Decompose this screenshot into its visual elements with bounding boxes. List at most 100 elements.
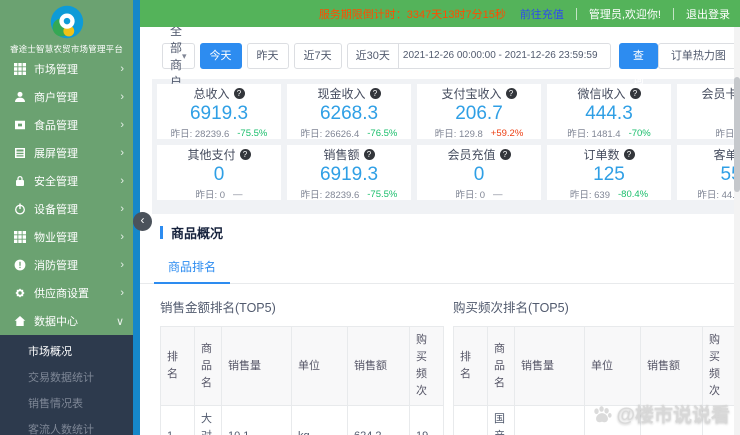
service-countdown: 服务期限倒计时：3347天13时7分15秒 [318,8,506,21]
chevron-right-icon: › [120,147,124,159]
sidebar: 睿途士智慧农贸市场管理平台 市场管理 › 商户管理 › 食品管理 › 展屏管理 … [0,0,133,435]
stat-card-other-payment: 其他支付? 0 昨日: 0 — [157,145,281,202]
sidebar-item-merchant[interactable]: 商户管理 › [0,83,133,111]
chevron-right-icon: › [120,203,124,215]
stat-label: 微信收入 [577,86,626,101]
help-icon[interactable]: ? [505,87,517,99]
help-icon[interactable]: ? [629,87,641,99]
order-heatmap-button[interactable]: 订单热力图 [657,43,739,69]
stat-yesterday: 昨日: 129.8 [434,129,483,141]
chevron-right-icon: › [120,63,124,75]
sidebar-item-fire[interactable]: 消防管理 › [0,251,133,279]
stat-delta: -70% [628,127,651,139]
stat-card-alipay-income: 支付宝收入? 206.7 昨日: 129.8 +59.2% [417,84,541,141]
recharge-link[interactable]: 前往充值 [520,6,564,22]
stat-card-sales-amount: 销售额? 6919.3 昨日: 28239.6 -75.5% [287,145,411,201]
stat-card-wechat-income: 微信收入? 444.3 昨日: 1481.4 -70% [547,84,671,141]
grid-icon [13,231,26,244]
app-title: 睿途士智慧农贸市场管理平台 [9,44,124,54]
stat-yesterday: 昨日: 0 [195,190,226,202]
help-icon[interactable]: ? [623,148,635,160]
stat-label: 订单数 [583,147,620,162]
sidebar-item-market[interactable]: 市场管理 › [0,55,133,83]
stat-delta: -75.5% [237,127,268,139]
lock-icon [13,175,26,188]
stat-delta: — [493,188,503,200]
chevron-down-icon: ∨ [115,315,124,328]
home-icon [13,315,26,328]
tab-product-ranking[interactable]: 商品排名 [154,250,231,284]
help-icon[interactable]: ? [369,87,381,99]
range-30d-button[interactable]: 近30天 [346,43,399,69]
help-icon[interactable]: ? [499,148,511,160]
submenu-item-market-overview[interactable]: 市场概况 [0,339,133,365]
sidebar-collapse-toggle[interactable]: ‹ [133,212,152,231]
stat-value: 6919.3 [189,102,249,124]
stat-value: 0 [473,163,485,185]
stat-label: 会员充值 [447,147,496,162]
screen-icon [13,147,26,160]
submenu-item-visitor-stats[interactable]: 客流人数统计 [0,417,133,435]
scrollbar-thumb[interactable] [734,77,740,192]
stat-delta: +59.2% [490,127,524,139]
table-title: 销售金额排名(TOP5) [160,301,276,315]
stat-card-cash-income: 现金收入? 6268.3 昨日: 26626.4 -76.5% [287,84,411,140]
table-title: 购买频次排名(TOP5) [453,301,569,315]
query-button[interactable]: 查询 [618,43,658,86]
chevron-right-icon: › [120,259,124,271]
range-yesterday-button[interactable]: 昨天 [246,43,289,69]
range-today-button[interactable]: 今天 [199,43,242,69]
sidebar-item-property[interactable]: 物业管理 › [0,223,133,251]
stat-yesterday: 昨日: 0 [455,190,486,202]
stat-value: 6919.3 [319,163,379,185]
submenu-item-sales-report[interactable]: 销售情况表 [0,391,133,417]
sidebar-item-screen[interactable]: 展屏管理 › [0,139,133,167]
stat-yesterday: 昨日: 28239.6 [170,129,230,141]
frequency-ranking-table: 排名 商品名 销售量 单位 销售额 购买频次 1 国产水果 121.1 斤 14… [453,325,737,435]
welcome-text: 管理员,欢迎你! [588,8,661,21]
stat-delta: -75.5% [367,188,398,200]
chevron-right-icon: › [120,119,124,131]
chevron-right-icon: › [120,175,124,187]
table-row: 1 大对虾 10.1 kg 624.2 19 [160,405,444,435]
merchant-select[interactable]: 全部商户 ▾ [162,27,195,89]
ranking-tables: 销售金额排名(TOP5) 排名 商品名 销售量 单位 销售额 购买频次 1 大对… [140,284,740,435]
help-icon[interactable]: ? [239,148,251,160]
date-range-input[interactable]: 2021-12-26 00:00:00 - 2021-12-26 23:59:5… [398,43,611,69]
sidebar-item-data-center[interactable]: 数据中心 ∨ [0,307,133,335]
scrollbar [734,27,740,435]
submenu-item-transaction-stats[interactable]: 交易数据统计 [0,365,133,391]
stat-card-member-card-spend: 会员卡消费? 0 昨日: 0— [677,84,740,140]
range-30d-group: 近30天 2021-12-26 00:00:00 - 2021-12-26 23… [346,43,611,69]
stat-value: 444.3 [585,102,633,124]
logout-button[interactable]: 退出登录 [686,6,730,22]
grid-icon [13,63,26,76]
sales-ranking-block: 销售金额排名(TOP5) 排名 商品名 销售量 单位 销售额 购买频次 1 大对… [160,297,444,435]
accent-bar [160,226,163,239]
stat-label: 支付宝收入 [441,86,502,101]
stat-label: 现金收入 [317,86,366,101]
stat-label: 销售额 [323,147,360,162]
help-icon[interactable]: ? [363,148,375,160]
stat-value: 125 [593,163,625,185]
stat-value: 206.7 [455,102,503,124]
section-title: 商品概况 [171,226,224,241]
sidebar-submenu: 市场概况 交易数据统计 销售情况表 客流人数统计 [0,335,133,435]
chevron-right-icon: › [120,231,124,243]
stat-yesterday: 昨日: 1481.4 [567,129,621,141]
stat-value: 6268.3 [319,102,379,124]
sidebar-item-device[interactable]: 设备管理 › [0,195,133,223]
stat-label: 其他支付 [187,147,236,162]
sidebar-item-security[interactable]: 安全管理 › [0,167,133,195]
stat-card-member-recharge: 会员充值? 0 昨日: 0 — [417,145,541,202]
filter-bar: 全部商户 ▾ 今天 昨天 近7天 近30天 2021-12-26 00:00:0… [140,27,740,89]
sidebar-item-food[interactable]: 食品管理 › [0,111,133,139]
section-header: 商品概况 [140,214,740,250]
frequency-ranking-block: 购买频次排名(TOP5) 排名 商品名 销售量 单位 销售额 购买频次 1 国产… [453,297,737,435]
table-header-row: 排名 商品名 销售量 单位 销售额 购买频次 [453,325,737,407]
sidebar-item-supplier[interactable]: 供应商设置 › [0,279,133,307]
range-7d-button[interactable]: 近7天 [293,43,342,69]
section-gap [152,205,740,214]
help-icon[interactable]: ? [233,87,245,99]
topbar-divider [673,7,674,20]
